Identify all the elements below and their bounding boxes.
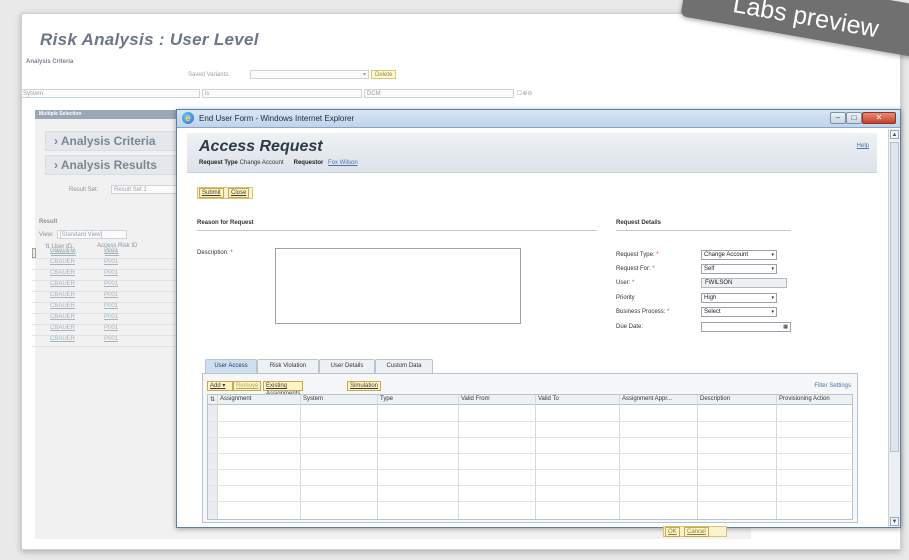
grid-row-line [208,469,852,470]
scrollbar-thumb[interactable] [890,142,899,452]
request-for-select[interactable]: Self ▾ [701,264,777,274]
chevron-down-icon: ▾ [771,252,774,258]
minimize-button[interactable]: – [830,112,846,124]
due-date-label: Due Date: [616,324,644,330]
column-header[interactable]: Type [380,396,393,402]
ie-window: e End User Form - Windows Internet Explo… [176,109,901,528]
analysis-criteria-label: Analysis Criteria [26,59,74,65]
business-process-label: Business Process: * [616,309,670,315]
priority-label: Priority [616,295,635,301]
chevron-down-icon: ▾ [771,295,774,301]
grid-row-line [208,453,852,454]
request-summary: Request Type Change Account Requestor Fo… [199,160,358,166]
request-type-label: Request Type [199,160,238,166]
delete-button[interactable]: Delete [371,70,397,79]
calendar-icon[interactable]: ▦ [783,323,788,331]
view-label: View: [39,232,54,238]
reason-section-header: Reason for Request [197,220,254,226]
tab-risk-violation[interactable]: Risk Violation [257,359,319,373]
view-select[interactable]: [Standard View] [57,230,127,239]
due-date-input[interactable]: ▦ [701,322,791,332]
row-controls-icon[interactable]: ☐⊕⊖ [517,90,532,97]
maximize-button[interactable]: □ [846,112,862,124]
ie-icon: e [182,112,194,124]
grid-row-line [208,501,852,502]
chevron-down-icon: ▾ [771,266,774,272]
column-header[interactable]: Provisioning Action [779,396,830,402]
request-type-select[interactable]: Change Account ▾ [701,250,777,260]
simulation-button[interactable]: Simulation [347,381,382,391]
divider [616,230,791,231]
user-field: FWILSON [701,278,787,288]
column-header[interactable]: Valid To [538,396,559,402]
divider [197,230,597,231]
window-titlebar[interactable]: e End User Form - Windows Internet Explo… [177,110,900,128]
request-for-label: Request For: * [616,266,655,272]
saved-variants-label: Saved Variants: [188,72,230,78]
remove-button[interactable]: Remove [233,381,262,391]
page-title: Risk Analysis : User Level [40,30,259,49]
tab-user-access[interactable]: User Access [205,359,257,373]
value-field[interactable]: DCM [364,89,514,98]
scroll-up-icon[interactable]: ▲ [890,130,899,139]
scroll-down-icon[interactable]: ▼ [890,517,899,526]
user-access-panel: Add ▾ Remove Existing Assignments Simula… [202,373,858,523]
column-header[interactable]: Description [700,396,730,402]
sort-icon[interactable]: ⇅ [210,396,215,403]
filter-settings-link[interactable]: Filter Settings [814,383,851,389]
form-content: Access Request Help Request Type Change … [177,129,887,527]
nav-label: Analysis Criteria [60,134,156,148]
priority-select[interactable]: High ▾ [701,293,777,303]
column-header[interactable]: Valid From [461,396,490,402]
grid-row-line [208,485,852,486]
form-actions: Submit Close [197,187,253,199]
requestor-label: Requestor [293,160,324,166]
description-label: Description: * [197,250,233,256]
help-link[interactable]: Help [857,143,869,149]
multiple-selection-label: Multiple Selection [39,111,82,117]
requestor-link[interactable]: Fox Wilson [328,160,358,166]
cancel-button[interactable]: Cancel [684,527,709,537]
operator-field[interactable]: is [202,89,362,98]
nav-label: Analysis Results [60,158,157,172]
chevron-down-icon: ▾ [771,309,774,315]
ok-button[interactable]: OK [665,527,680,537]
grid-row-line [208,421,852,422]
window-title: End User Form - Windows Internet Explore… [199,114,355,123]
column-header[interactable]: System [303,396,323,402]
nav-analysis-results[interactable]: › Analysis Results [45,155,185,175]
submit-button[interactable]: Submit [199,188,224,198]
column-header[interactable]: Assignment [220,396,251,402]
close-window-button[interactable]: ✕ [862,112,896,124]
close-button[interactable]: Close [228,188,250,198]
form-title: Access Request [199,138,323,155]
grid-row-line [208,437,852,438]
request-type-value: Change Account [239,160,284,166]
result-set-label: Result Set: [69,187,99,193]
tab-user-details[interactable]: User Details [319,359,375,373]
description-textarea[interactable] [275,248,521,324]
vertical-scrollbar[interactable]: ▲ ▼ [888,129,900,527]
form-header: Access Request Help Request Type Change … [187,133,877,173]
request-type-field-label: Request Type: * [616,252,659,258]
column-header[interactable]: Assignment Appr... [622,396,672,402]
saved-variants-select[interactable]: ▾ [250,70,369,79]
user-label: User: * [616,280,635,286]
details-section-header: Request Details [616,220,662,226]
assignment-grid: ⇅ Assignment System Type Valid From Vali… [207,394,853,520]
business-process-select[interactable]: Select ▾ [701,307,777,317]
existing-assignments-button[interactable]: Existing Assignments [263,381,304,397]
grid-header: ⇅ Assignment System Type Valid From Vali… [208,395,852,405]
nav-analysis-criteria[interactable]: › Analysis Criteria [45,131,185,151]
dialog-actions: OK Cancel [663,526,727,537]
system-field[interactable]: System [22,89,200,98]
result-set-select[interactable]: Result Set 1 [111,185,179,194]
result-label: Result [39,219,58,225]
tab-custom-data[interactable]: Custom Data [375,359,433,373]
add-button[interactable]: Add ▾ [207,381,233,391]
